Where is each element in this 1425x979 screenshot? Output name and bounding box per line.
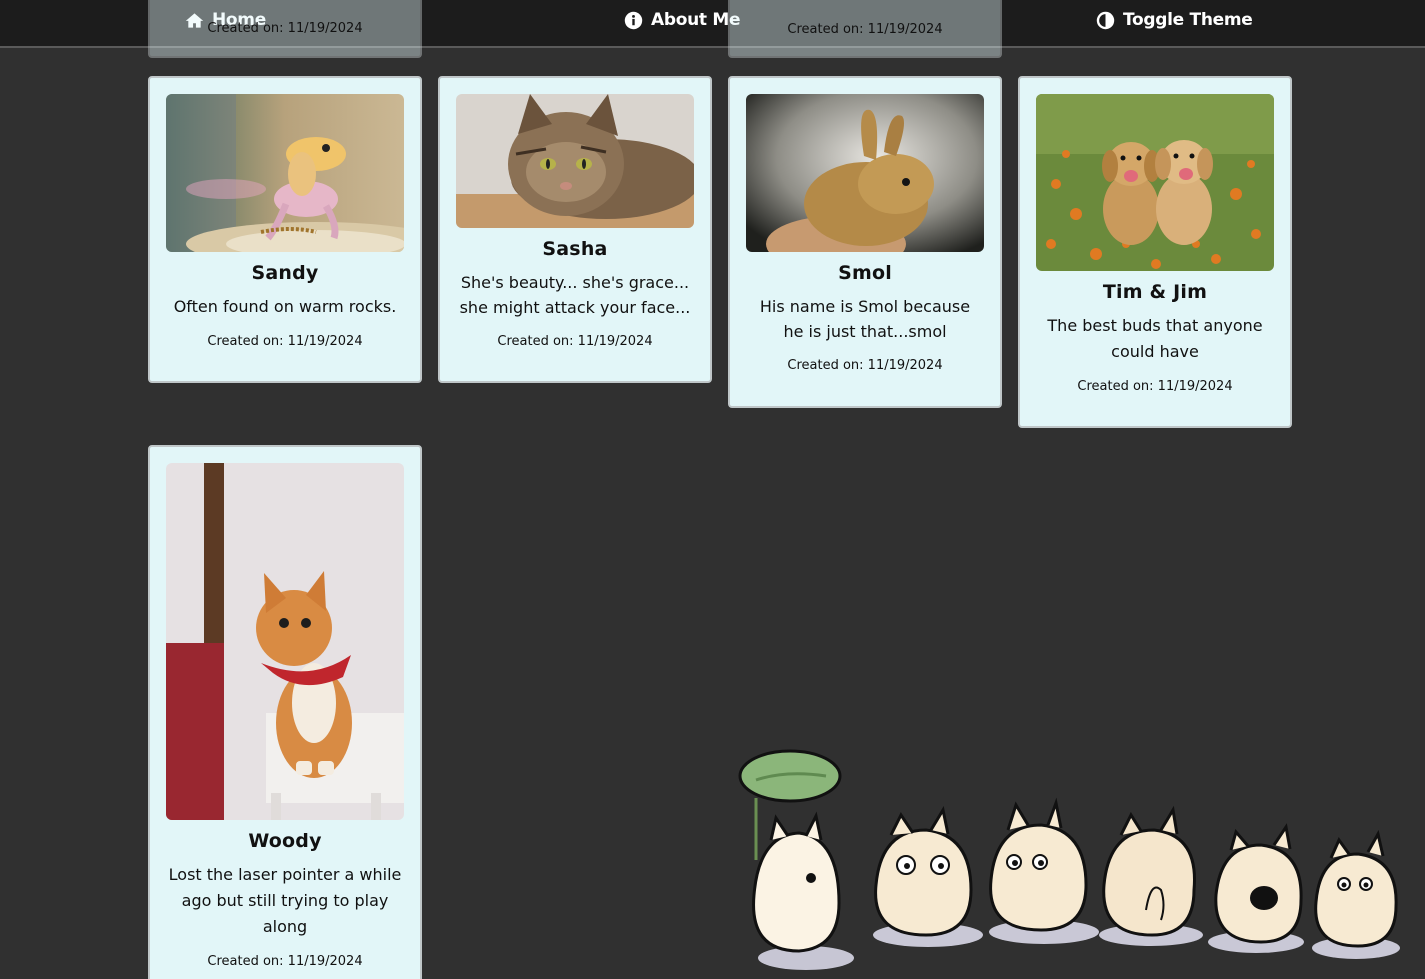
- card-title: Woody: [248, 830, 322, 852]
- card-date: Created on: 11/19/2024: [207, 334, 363, 349]
- critter-5: [1208, 823, 1304, 953]
- card-description: The best buds that anyone could have: [1047, 316, 1263, 361]
- card-peek-date-wrap: Created on: 11/19/2024: [728, 0, 1002, 58]
- pet-card[interactable]: Woody Lost the laser pointer a while ago…: [148, 445, 422, 979]
- card-date: Created on: 11/19/2024: [1077, 379, 1233, 394]
- card-date: Created on: 11/19/2024: [787, 22, 943, 37]
- card-description: Often found on warm rocks.: [173, 297, 397, 316]
- card-description: His name is Smol because he is just that…: [759, 297, 971, 341]
- pet-card[interactable]: Sandy Often found on warm rocks. Created…: [148, 76, 422, 383]
- card-date: Created on: 11/19/2024: [207, 954, 363, 969]
- toggle-theme-label: Toggle Theme: [1123, 10, 1253, 30]
- pet-card[interactable]: Sasha She's beauty... she's grace... she…: [438, 76, 712, 383]
- card-title: Sandy: [251, 262, 319, 284]
- nav-about-label: About Me: [651, 10, 741, 30]
- bunny-image: [746, 94, 984, 252]
- critter-2: [873, 805, 983, 947]
- page: Created on: 11/19/2024 Created on: 11/19…: [0, 0, 1425, 979]
- card-date: Created on: 11/19/2024: [787, 358, 943, 373]
- pet-card[interactable]: Smol His name is Smol because he is just…: [728, 76, 1002, 408]
- card-title: Sasha: [542, 238, 608, 260]
- toggle-theme-button[interactable]: Toggle Theme: [1096, 10, 1253, 30]
- orange-cat-image: [166, 463, 404, 820]
- critter-3: [989, 797, 1099, 944]
- critter-6: [1312, 829, 1400, 959]
- critter-1: [752, 811, 854, 970]
- card-description: She's beauty... she's grace... she might…: [459, 273, 691, 317]
- totoro-critters-illustration: [738, 749, 1400, 970]
- contrast-icon: [1096, 11, 1115, 29]
- critter-4: [1099, 805, 1203, 946]
- info-icon: [624, 11, 643, 29]
- card-description: Lost the laser pointer a while ago but s…: [168, 865, 402, 936]
- nav-about-link[interactable]: About Me: [624, 10, 741, 30]
- card-date: Created on: 11/19/2024: [497, 334, 653, 349]
- card-peek-date-wrap: Created on: 11/19/2024: [148, 0, 422, 58]
- tabby-cat-image: [456, 94, 694, 228]
- pet-card[interactable]: Tim & Jim The best buds that anyone coul…: [1018, 76, 1292, 428]
- puppies-image: [1036, 94, 1274, 271]
- card-title: Smol: [838, 262, 892, 284]
- card-title: Tim & Jim: [1102, 281, 1208, 303]
- gecko-image: [166, 94, 404, 252]
- card-date: Created on: 11/19/2024: [207, 21, 363, 36]
